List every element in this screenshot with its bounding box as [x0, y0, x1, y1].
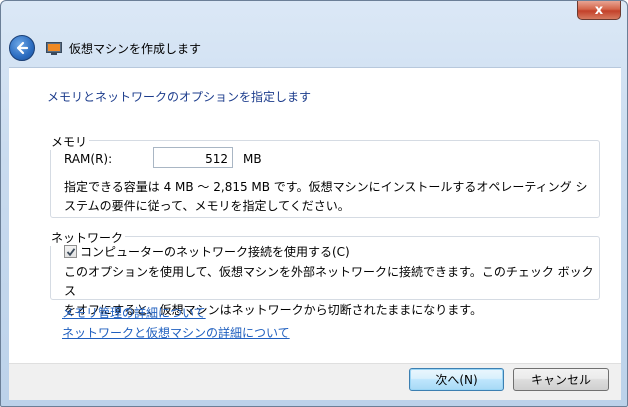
- close-icon: x: [594, 2, 604, 18]
- window-title: 仮想マシンを作成します: [69, 41, 202, 56]
- virtual-machine-icon: [46, 41, 62, 55]
- memory-description-line2: ステムの要件に従って、メモリを指定してください。: [64, 199, 350, 213]
- cancel-button[interactable]: キャンセル: [513, 368, 609, 391]
- memory-details-link[interactable]: メモリ管理の詳細について: [62, 304, 206, 321]
- memory-group: メモリ RAM(R): MB 指定できる容量は 4 MB ～ 2,815 MB …: [49, 133, 600, 218]
- main-instruction: メモリとネットワークのオプションを指定します: [47, 90, 312, 104]
- back-button[interactable]: [9, 35, 35, 61]
- ram-label: RAM(R):: [64, 152, 113, 166]
- content-area: メモリとネットワークのオプションを指定します メモリ RAM(R): MB 指定…: [9, 67, 621, 363]
- network-group: ネットワーク コンピューターのネットワーク接続を使用する(C) このオプションを…: [49, 229, 600, 317]
- memory-description-line1: 指定できる容量は 4 MB ～ 2,815 MB です。仮想マシンにインストール…: [64, 180, 588, 194]
- network-details-link[interactable]: ネットワークと仮想マシンの詳細について: [62, 324, 290, 341]
- button-bar: 次へ(N) キャンセル: [9, 363, 621, 400]
- network-checkbox[interactable]: [64, 245, 77, 258]
- ram-unit: MB: [243, 152, 262, 166]
- dialog-window: x 仮想マシンを作成します メモリとネットワークのオプションを指定します メモリ…: [0, 0, 628, 407]
- memory-group-label: メモリ: [49, 133, 90, 150]
- memory-description: 指定できる容量は 4 MB ～ 2,815 MB です。仮想マシンにインストール…: [64, 178, 594, 216]
- network-checkbox-label: コンピューターのネットワーク接続を使用する(C): [80, 245, 350, 259]
- back-arrow-icon: [16, 41, 29, 55]
- network-description-line1: このオプションを使用して、仮想マシンを外部ネットワークに接続できます。このチェッ…: [64, 265, 594, 298]
- ram-input[interactable]: [153, 147, 233, 168]
- close-button[interactable]: x: [577, 1, 621, 20]
- network-checkbox-row[interactable]: コンピューターのネットワーク接続を使用する(C): [64, 243, 350, 260]
- next-button[interactable]: 次へ(N): [409, 368, 504, 391]
- checkmark-icon: [66, 247, 75, 256]
- wizard-header: 仮想マシンを作成します: [8, 30, 622, 66]
